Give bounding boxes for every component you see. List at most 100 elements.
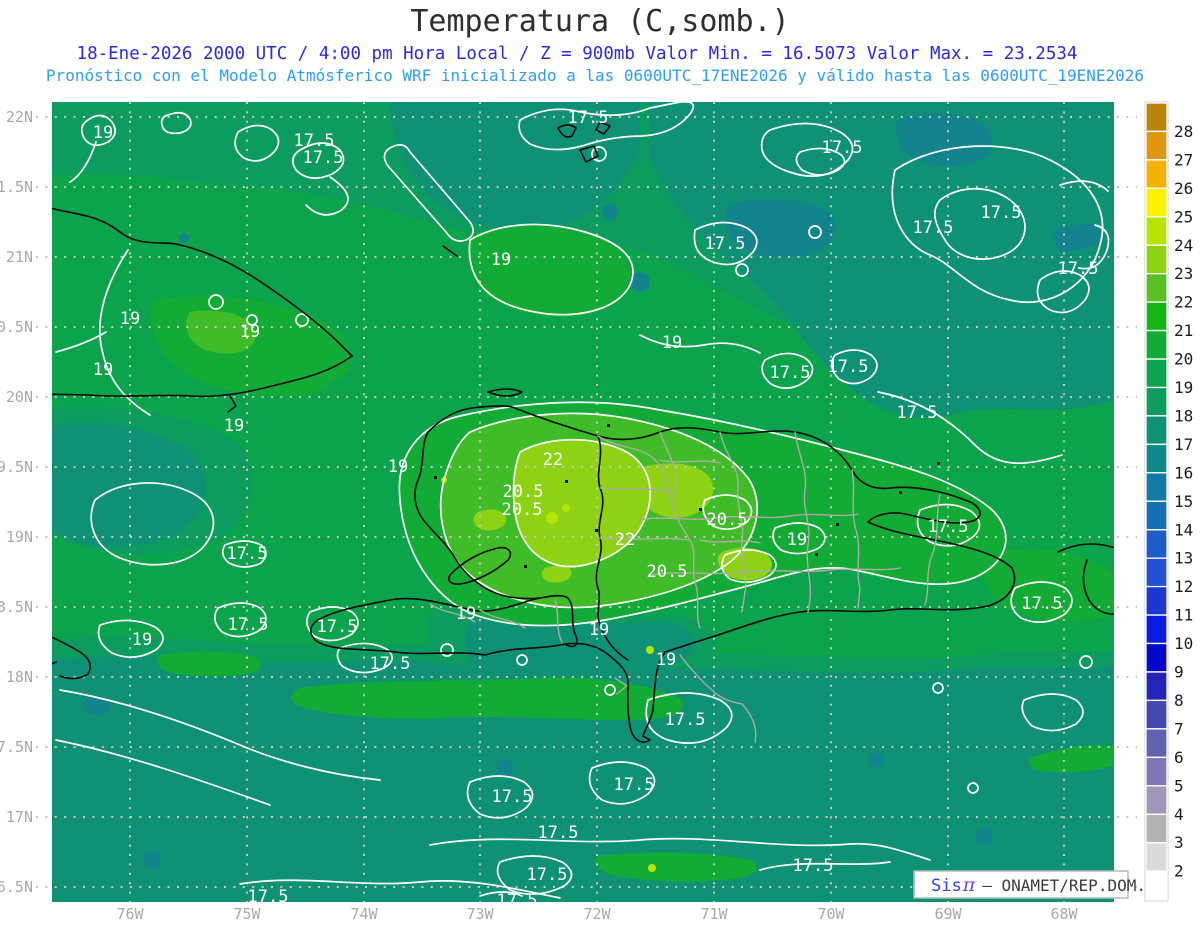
y-axis-label: 0.5N [0,318,33,336]
contour-value-label: 17.5 [705,234,746,254]
contour-value-label: 17.5 [614,775,655,795]
colorbar-segment [1145,301,1168,332]
colorbar-segment [1145,102,1168,133]
colorbar-tick-label: 23 [1174,264,1193,283]
x-axis-label: 70W [817,905,845,923]
y-axis-label: 6.5N [0,878,33,896]
x-axis-labels: 76W 75W 74W 73W 72W 71W 70W 69W 68W [116,905,1078,923]
x-axis-label: 72W [583,905,611,923]
contour-value-label: 17.5 [1022,594,1063,614]
colorbar-segment [1145,130,1168,161]
contour-value-label: 19 [240,322,260,342]
contour-value-label: 19 [224,416,244,436]
contour-value-label: 17.5 [497,891,538,911]
temperature-map-figure: 19 17.517.517.517.517.517.517.51917.51919… [0,4,1193,923]
colorbar-tick-label: 4 [1174,805,1184,824]
contour-value-label: 19 [656,650,676,670]
colorbar-segment [1145,329,1168,360]
contour-value-label: 19 [93,123,113,143]
contour-value-label: 17.5 [317,617,358,637]
contour-value-label: 17.5 [370,654,411,674]
colorbar-tick-label: 25 [1174,207,1193,226]
contour-value-label: 19 [491,250,511,270]
colorbar-segment [1145,614,1168,645]
colorbar-tick-label: 28 [1174,122,1193,141]
y-axis-label: 8.5N [0,598,33,616]
branding-text: Sisπ – ONAMET/REP.DOM. [931,874,1146,896]
colorbar-tick-label: 14 [1174,520,1193,539]
page-title: Temperatura (C,somb.) [410,4,789,39]
contour-value-label: 17.5 [568,108,609,128]
colorbar-tick-label: 3 [1174,833,1184,852]
x-axis-label: 75W [233,905,261,923]
colorbar-segment [1145,842,1168,872]
colorbar-segment [1145,756,1168,787]
contour-value-label: 22 [615,530,635,550]
colorbar-segment [1145,728,1168,758]
colorbar-tick-label: 13 [1174,549,1193,568]
colorbar-segment [1145,159,1168,189]
contour-value-label: 19 [787,530,807,550]
y-axis-label: 18N [6,668,33,686]
contour-value-label: 17.5 [913,218,954,238]
branding-onamet: – ONAMET/REP.DOM. [982,876,1146,895]
contour-value-label: 20.5 [502,500,543,520]
y-axis-label: 19N [6,528,33,546]
colorbar-tick-label: 22 [1174,293,1193,312]
colorbar-tick-label: 7 [1174,719,1184,738]
colorbar-segment [1145,415,1168,445]
contour-value-label: 17.5 [228,615,269,635]
colorbar-tick-label: 19 [1174,378,1193,397]
contour-value-label: 17.5 [981,203,1022,223]
colorbar-tick-label: 10 [1174,634,1193,653]
colorbar-tick-label: 2 [1174,862,1184,881]
y-axis-labels: 22N 1.5N 21N 0.5N 20N 9.5N 19N 8.5N 18N 7.5N 17N 6.… [0,108,33,896]
contour-value-label: 17.5 [527,865,568,885]
colorbar-segment [1145,529,1168,559]
y-axis-label: 22N [6,108,33,126]
subtitle-model-run: Pronóstico con el Modelo Atmósferico WRF… [46,66,1144,85]
contour-value-label: 22 [543,450,563,470]
colorbar-tick-label: 17 [1174,435,1193,454]
colorbar-segment [1145,671,1168,702]
contour-value-label: 19 [388,457,408,477]
weather-map-page: 19 17.5 17.5 17.5 17.5 17.5 17.5 17.5 19 17.5 19 19… [0,0,1200,927]
contour-value-label: 19 [93,360,113,380]
contour-value-label: 20.5 [503,482,544,502]
contour-value-label: 19 [456,604,476,624]
contour-value-label: 17.5 [492,787,533,807]
colorbar-segment [1145,386,1168,417]
colorbar-segment [1145,244,1168,275]
contour-value-label: 20.5 [707,510,748,530]
contour-value-label: 17.5 [665,710,706,730]
x-axis-label: 76W [116,905,144,923]
colorbar-tick-label: 9 [1174,663,1184,682]
x-axis-label: 74W [350,905,378,923]
colorbar-tick-label: 12 [1174,577,1193,596]
branding-sis: Sis [931,876,962,896]
colorbar-tick-label: 11 [1174,606,1193,625]
contour-value-label: 17.5 [227,544,268,564]
colorbar-tick-label: 20 [1174,350,1193,369]
contour-value-label: 17.5 [538,823,579,843]
contour-value-label: 19 [589,620,609,640]
colorbar-tick-label: 5 [1174,776,1184,795]
contour-value-label: 17.5 [822,138,863,158]
temperature-fill-field [52,102,1114,902]
contour-value-label: 17.5 [793,856,834,876]
contour-value-label: 17.5 [248,887,289,907]
x-axis-label: 71W [700,905,728,923]
colorbar-segment [1145,813,1168,844]
subtitle-validtime: 18-Ene-2026 2000 UTC / 4:00 pm Hora Loca… [77,44,1078,64]
y-axis-label: 1.5N [0,178,33,196]
x-axis-label: 69W [934,905,962,923]
contour-value-label: 17.5 [770,363,811,383]
y-axis-label: 7.5N [0,738,33,756]
contour-value-label: 17.5 [928,517,969,537]
colorbar-segment [1145,358,1168,389]
colorbar-tick-label: 26 [1174,179,1193,198]
y-axis-label: 17N [6,808,33,826]
contour-value-label: 19 [132,630,152,650]
colorbar-segment [1145,557,1168,588]
pi-logo: π [962,874,976,896]
